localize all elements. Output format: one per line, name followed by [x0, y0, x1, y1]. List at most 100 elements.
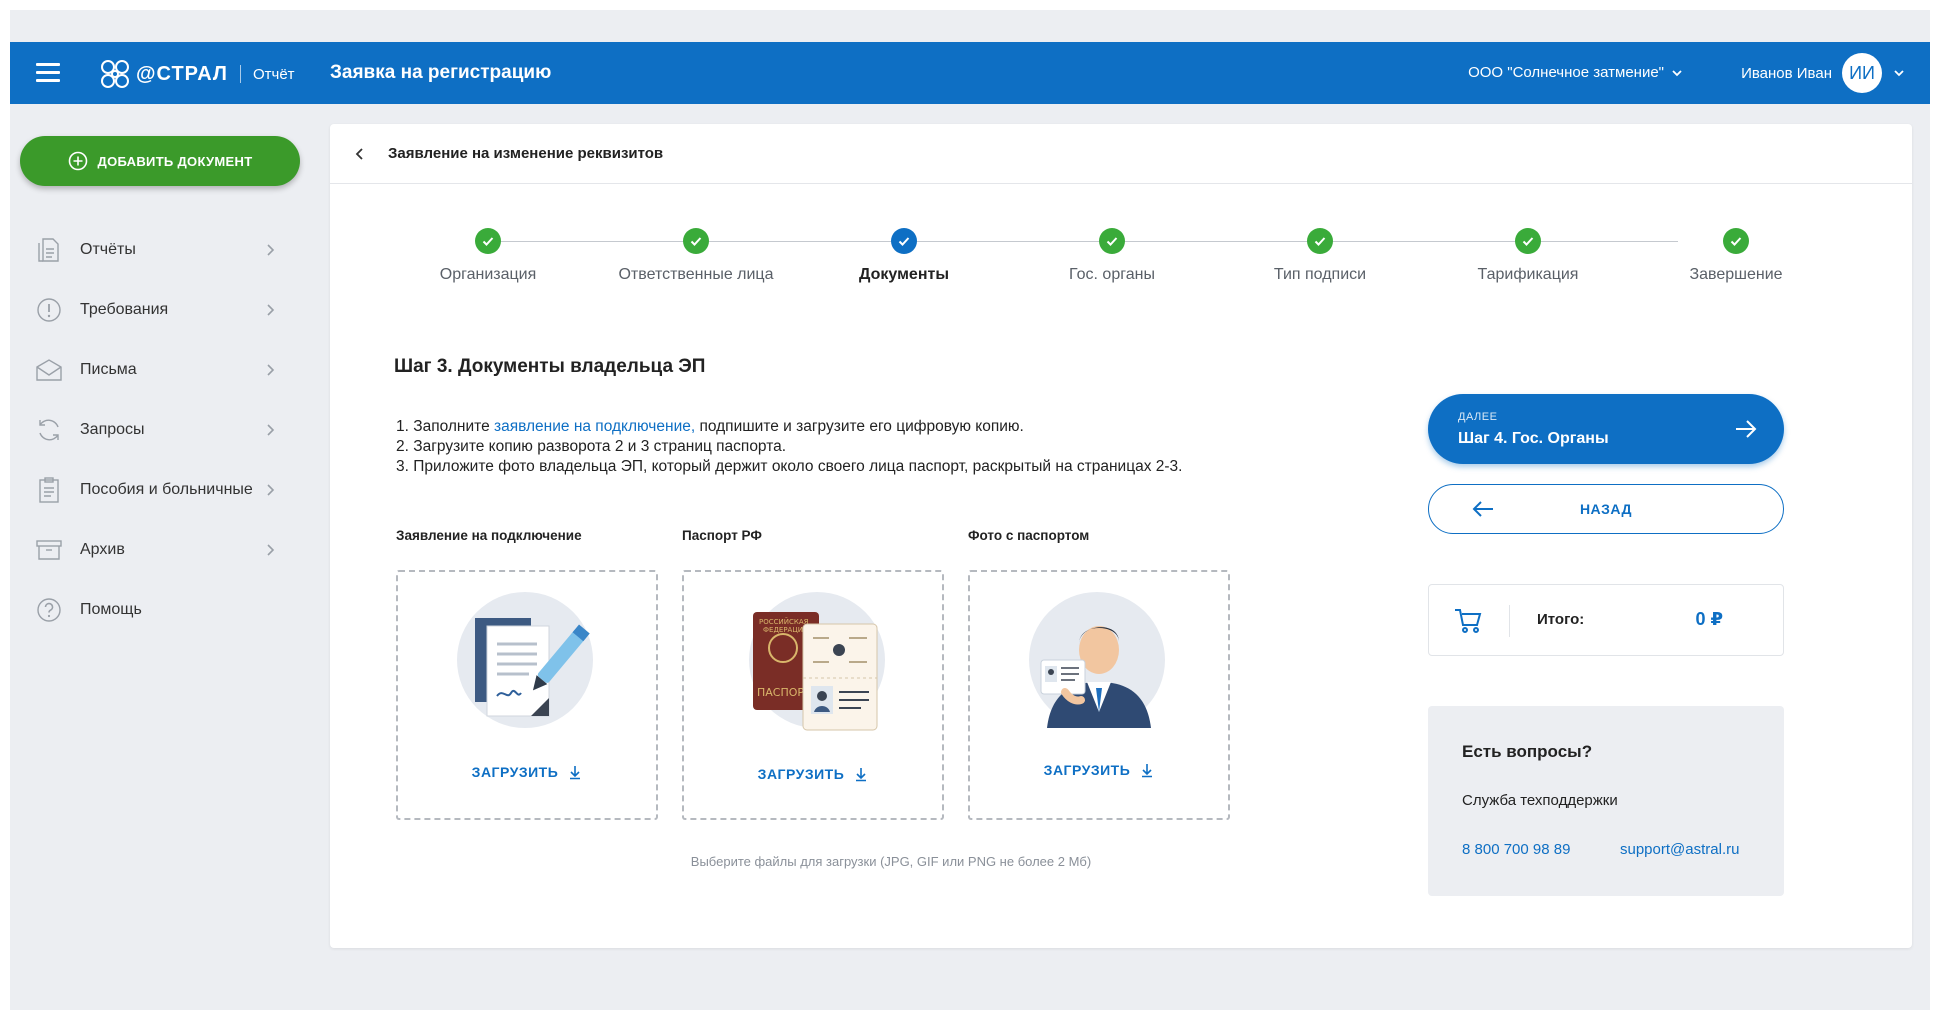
help-title: Есть вопросы?	[1462, 742, 1593, 761]
avatar: ИИ	[1842, 53, 1882, 93]
cart-icon	[1455, 609, 1482, 633]
plus-circle-icon	[68, 151, 87, 171]
upload-label-photo: Фото с паспортом	[968, 528, 1090, 543]
sidebar-item-archive[interactable]: Архив	[20, 520, 300, 580]
total-value: 0 ₽	[1695, 609, 1723, 629]
sidebar-item-label: Архив	[80, 541, 125, 558]
main-card: Заявление на изменение реквизитов Органи…	[330, 124, 1912, 948]
chevron-right-icon	[267, 424, 275, 436]
sidebar-item-letters[interactable]: Письма	[20, 340, 300, 400]
add-document-button[interactable]: ДОБАВИТЬ ДОКУМЕНТ	[20, 136, 300, 186]
check-icon	[1307, 228, 1333, 254]
sidebar-item-label: Отчёты	[80, 241, 136, 258]
help-panel: Есть вопросы? Служба техподдержки 8 800 …	[1428, 706, 1784, 896]
user-name: Иванов Иван	[1741, 64, 1832, 82]
step-organization[interactable]: Организация	[388, 228, 588, 284]
menu-icon[interactable]	[36, 63, 60, 83]
document-pen-illustration	[457, 592, 593, 728]
instruction-1: 1. Заполните заявление на подключение, п…	[396, 418, 1024, 435]
check-icon	[891, 228, 917, 254]
step-label: Завершение	[1689, 266, 1783, 283]
product-name: Отчёт	[252, 65, 295, 83]
chevron-right-icon	[267, 304, 275, 316]
sidebar-item-benefits[interactable]: Пособия и больничные	[20, 460, 300, 520]
sidebar-item-reports[interactable]: Отчёты	[20, 220, 300, 280]
step-pricing[interactable]: Тарификация	[1428, 228, 1628, 284]
step-label: Тип подписи	[1273, 266, 1367, 283]
page-title: Заявка на регистрацию	[330, 62, 552, 83]
logo-text: @СТРАЛ	[136, 62, 228, 85]
sidebar-item-label: Требования	[80, 301, 169, 318]
back-button[interactable]: НАЗАД	[1428, 484, 1784, 534]
user-menu[interactable]: Иванов Иван ИИ	[1741, 53, 1906, 93]
organization-name: ООО "Солнечное затмение"	[1468, 64, 1664, 81]
step-heading: Шаг 3. Документы владельца ЭП	[394, 356, 706, 377]
upload-application-button[interactable]: ЗАГРУЗИТЬ	[398, 764, 656, 780]
upload-photo-dropzone[interactable]: ЗАГРУЗИТЬ	[968, 570, 1230, 820]
chevron-down-icon	[1672, 69, 1682, 76]
step-gov-bodies[interactable]: Гос. органы	[1012, 228, 1212, 284]
check-icon	[683, 228, 709, 254]
support-email-link[interactable]: support@astral.ru	[1620, 841, 1739, 858]
check-icon	[1099, 228, 1125, 254]
app-window: @СТРАЛ Отчёт Заявка на регистрацию ООО "…	[10, 10, 1930, 1010]
person-with-passport-illustration	[1029, 592, 1165, 728]
upload-passport-button[interactable]: ЗАГРУЗИТЬ	[684, 766, 942, 782]
astral-logo-icon	[101, 60, 129, 88]
upload-hint: Выберите файлы для загрузки (JPG, GIF ил…	[690, 854, 1092, 869]
step-label: Гос. органы	[1069, 266, 1155, 283]
archive-icon	[34, 535, 64, 565]
chevron-left-icon[interactable]	[350, 144, 370, 164]
instruction-3: 3. Приложите фото владельца ЭП, который …	[396, 458, 1183, 475]
support-phone-link[interactable]: 8 800 700 98 89	[1462, 841, 1570, 858]
refresh-icon	[34, 415, 64, 445]
organization-selector[interactable]: ООО "Солнечное затмение"	[1468, 64, 1684, 81]
upload-passport-dropzone[interactable]: РОССИЙСКАЯ ФЕДЕРАЦИЯ ПАСПОРТ ЗАГРУЗИТЬ	[682, 570, 944, 820]
sidebar-item-label: Запросы	[80, 421, 145, 438]
step-label: Ответственные лица	[618, 266, 774, 283]
help-subtitle: Служба техподдержки	[1462, 792, 1618, 809]
step-label: Организация	[439, 266, 537, 283]
chevron-right-icon	[267, 544, 275, 556]
progress-stepper: Организация Ответственные лица Документы…	[330, 184, 1912, 284]
step-label: Тарификация	[1477, 266, 1579, 283]
upload-photo-button[interactable]: ЗАГРУЗИТЬ	[970, 762, 1228, 778]
chevron-down-icon	[1894, 70, 1904, 77]
logo[interactable]: @СТРАЛ Отчёт	[98, 56, 295, 92]
passport-illustration: РОССИЙСКАЯ ФЕДЕРАЦИЯ ПАСПОРТ	[749, 592, 885, 731]
total-panel: Итого: 0 ₽	[1428, 584, 1784, 656]
upload-application-dropzone[interactable]: ЗАГРУЗИТЬ	[396, 570, 658, 820]
application-link[interactable]: заявление на подключение,	[494, 418, 695, 435]
upload-label-application: Заявление на подключение	[396, 528, 582, 543]
sidebar-item-label: Пособия и больничные	[80, 481, 253, 498]
add-document-label: ДОБАВИТЬ ДОКУМЕНТ	[97, 153, 253, 169]
next-step-label: Шаг 4. Гос. Органы	[1458, 430, 1609, 447]
sidebar-item-label: Письма	[80, 361, 137, 378]
report-icon	[34, 235, 64, 265]
download-icon	[1142, 764, 1153, 778]
sidebar-item-help[interactable]: Помощь	[20, 580, 300, 640]
next-caption: ДАЛЕЕ	[1458, 411, 1498, 423]
total-label: Итого:	[1537, 611, 1585, 628]
sidebar-item-requests[interactable]: Запросы	[20, 400, 300, 460]
card-header: Заявление на изменение реквизитов	[330, 124, 1912, 184]
svg-text:ФЕДЕРАЦИЯ: ФЕДЕРАЦИЯ	[763, 626, 808, 634]
arrow-right-icon	[1736, 420, 1757, 438]
logo-divider	[239, 65, 241, 83]
exclamation-icon	[34, 295, 64, 325]
step-signature-type[interactable]: Тип подписи	[1220, 228, 1420, 284]
chevron-right-icon	[267, 484, 275, 496]
download-icon	[570, 766, 581, 780]
step-label: Документы	[859, 266, 949, 283]
sidebar-item-requirements[interactable]: Требования	[20, 280, 300, 340]
envelope-icon	[34, 355, 64, 385]
download-icon	[856, 768, 867, 782]
instructions: 1. Заполните заявление на подключение, п…	[396, 417, 1182, 477]
upload-label-passport: Паспорт РФ	[682, 528, 762, 543]
next-step-button[interactable]: ДАЛЕЕ Шаг 4. Гос. Органы	[1428, 394, 1784, 464]
step-documents[interactable]: Документы	[804, 228, 1004, 284]
step-responsible[interactable]: Ответственные лица	[596, 228, 796, 284]
chevron-right-icon	[267, 364, 275, 376]
step-completion[interactable]: Завершение	[1636, 228, 1836, 284]
sidebar-item-label: Помощь	[80, 601, 142, 618]
